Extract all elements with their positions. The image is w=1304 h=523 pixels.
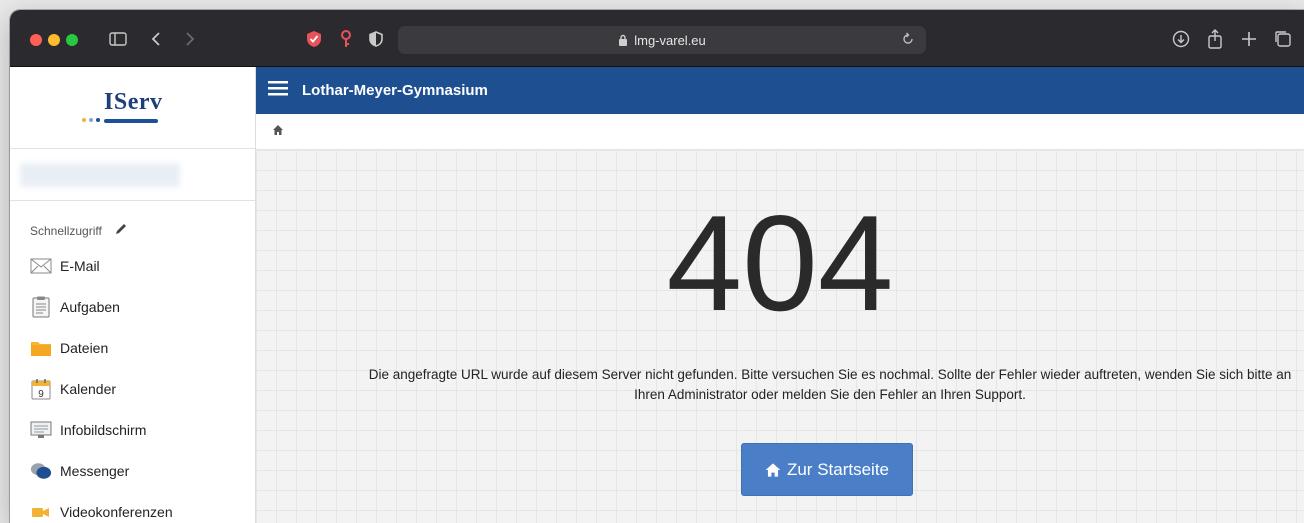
privacy-shield-icon[interactable] <box>304 27 324 51</box>
iserv-logo: IServ <box>104 89 163 115</box>
monitor-icon <box>30 419 52 441</box>
breadcrumb <box>256 114 1304 150</box>
reload-icon[interactable] <box>902 32 914 49</box>
back-icon[interactable] <box>146 27 166 51</box>
sidebar-item-email[interactable]: E-Mail <box>10 245 255 286</box>
minimize-window-button[interactable] <box>48 34 60 46</box>
logo-dots <box>82 118 100 122</box>
sidebar-item-messenger[interactable]: Messenger <box>10 450 255 491</box>
sidebar-item-infoscreen[interactable]: Infobildschirm <box>10 409 255 450</box>
sidebar-item-label: Messenger <box>60 462 130 479</box>
folder-icon <box>30 337 52 359</box>
site-title[interactable]: Lothar-Meyer-Gymnasium <box>302 82 488 99</box>
close-window-button[interactable] <box>30 34 42 46</box>
hamburger-menu-icon[interactable] <box>268 80 288 101</box>
pencil-icon[interactable] <box>114 222 128 239</box>
main-area: Lothar-Meyer-Gymnasium 404 Die angefragt… <box>256 67 1304 523</box>
sidebar-item-label: E-Mail <box>60 257 100 274</box>
url-text: lmg-varel.eu <box>634 32 706 48</box>
user-area[interactable] <box>10 149 255 201</box>
sidebar-toggle-icon[interactable] <box>106 27 130 51</box>
calendar-day: 9 <box>38 389 44 400</box>
sidebar-item-label: Videokonferenzen <box>60 503 173 520</box>
address-bar[interactable]: lmg-varel.eu <box>398 26 926 54</box>
quick-access-label: Schnellzugriff <box>30 223 102 238</box>
tab-overview-icon[interactable] <box>1272 27 1294 51</box>
clipboard-icon <box>30 296 52 318</box>
home-icon[interactable] <box>272 123 284 141</box>
browser-window: lmg-varel.eu IServ Schnellzugriff E-Mail… <box>10 10 1304 523</box>
error-message: Die angefragte URL wurde auf diesem Serv… <box>368 367 1292 402</box>
error-content: 404 Die angefragte URL wurde auf diesem … <box>256 150 1304 523</box>
logo-underline <box>104 119 158 123</box>
sidebar-item-videoconference[interactable]: Videokonferenzen <box>10 491 255 523</box>
sidebar-item-files[interactable]: Dateien <box>10 327 255 368</box>
logo-area[interactable]: IServ <box>10 67 255 149</box>
video-icon <box>30 501 52 523</box>
quick-access-header: Schnellzugriff <box>10 201 255 245</box>
blurred-user-name <box>20 163 180 187</box>
new-tab-icon[interactable] <box>1238 27 1260 51</box>
downloads-icon[interactable] <box>1170 27 1192 51</box>
error-code: 404 <box>666 187 894 339</box>
calendar-icon: 9 <box>30 378 52 400</box>
sidebar-item-tasks[interactable]: Aufgaben <box>10 286 255 327</box>
content-blocker-icon[interactable] <box>366 27 386 51</box>
mail-icon <box>30 255 52 277</box>
forward-icon[interactable] <box>180 27 200 51</box>
sidebar: IServ Schnellzugriff E-Mail Aufgaben Dat… <box>10 67 256 523</box>
home-button-label: Zur Startseite <box>786 459 890 479</box>
password-key-icon[interactable] <box>336 27 356 51</box>
home-icon <box>765 462 781 477</box>
sidebar-item-label: Aufgaben <box>60 298 120 315</box>
top-navbar: Lothar-Meyer-Gymnasium <box>256 67 1304 114</box>
lock-icon <box>619 34 628 46</box>
share-icon[interactable] <box>1204 27 1226 51</box>
browser-toolbar: lmg-varel.eu <box>10 10 1304 67</box>
sidebar-item-label: Infobildschirm <box>60 421 147 438</box>
sidebar-item-label: Dateien <box>60 339 109 356</box>
sidebar-item-calendar[interactable]: 9 Kalender <box>10 368 255 409</box>
sidebar-item-label: Kalender <box>60 380 117 397</box>
home-button[interactable]: Zur Startseite <box>741 443 913 496</box>
chat-icon <box>30 460 52 482</box>
zoom-window-button[interactable] <box>66 34 78 46</box>
